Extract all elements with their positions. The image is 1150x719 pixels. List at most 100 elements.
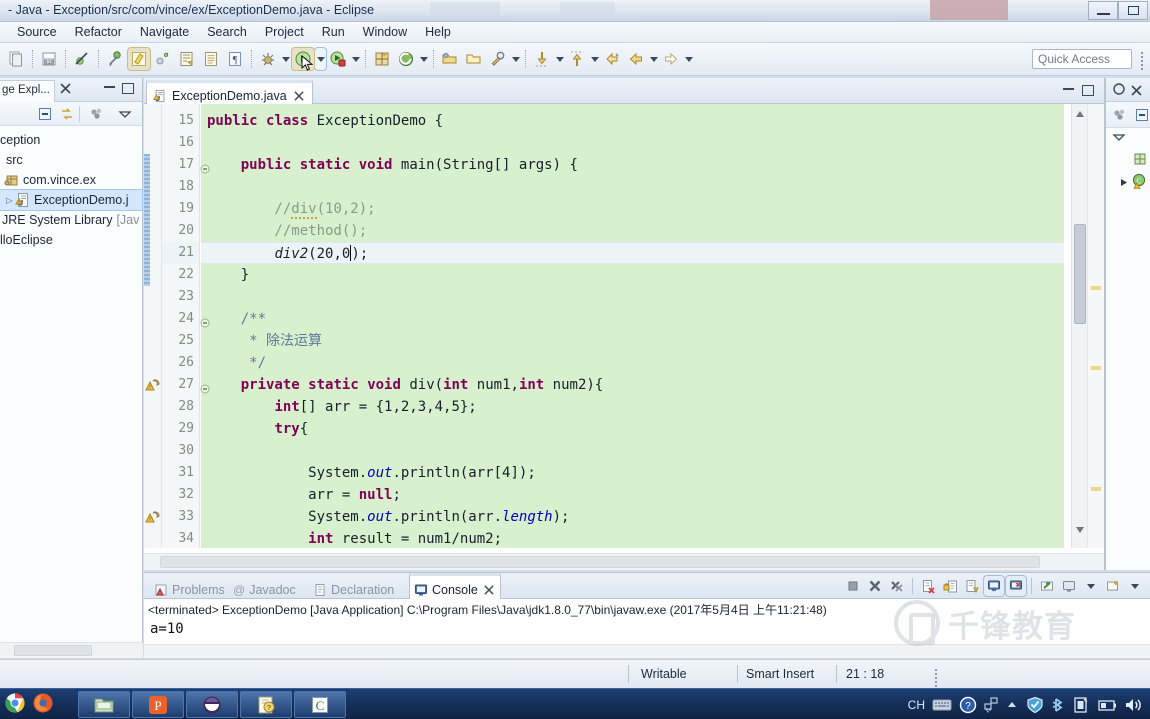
editor-marker-gutter[interactable]: !! [144,104,162,548]
open-type-icon[interactable] [463,48,485,70]
paragraph-icon[interactable]: ¶ [224,48,246,70]
debug-icon[interactable] [257,48,279,70]
search-dropdown-arrow-icon[interactable] [510,48,521,70]
taskbar-app-c[interactable]: C [294,691,346,718]
remove-launch-icon[interactable] [865,576,885,596]
debug-dropdown-arrow-icon[interactable] [280,48,291,70]
editor-hscroll-thumb[interactable] [160,556,1040,568]
code-line[interactable]: //method(); [201,220,1064,242]
fold-collapse-icon[interactable] [200,161,210,174]
close-icon[interactable] [294,90,304,101]
tree-item-package[interactable]: com.vince.ex [0,170,142,190]
tab-package-explorer[interactable]: ge Expl... [0,80,55,102]
close-icon[interactable] [484,584,494,595]
minimize-editor-icon[interactable] [1063,87,1074,90]
outline-item-package[interactable] [1106,150,1150,172]
quick-access-input[interactable]: Quick Access [1032,49,1132,69]
code-line[interactable]: } [201,264,1064,286]
chevron-right-icon[interactable]: ▷ [4,196,15,205]
code-line[interactable]: public class ExceptionDemo { [201,110,1064,132]
pin-console-icon[interactable] [962,576,982,596]
edit-highlight-icon[interactable] [127,47,151,71]
editor-vscroll-thumb[interactable] [1074,224,1086,324]
tree-item-src[interactable]: src [0,150,142,170]
scroll-down-icon[interactable] [1075,522,1085,533]
bluetooth-icon[interactable] [1051,696,1065,714]
open-resource-icon[interactable] [200,48,222,70]
toggle-breakpoint-icon[interactable] [104,48,126,70]
open-task-icon[interactable] [176,48,198,70]
code-line[interactable]: int result = num1/num2; [201,528,1064,548]
tree-item-exceptiondemo[interactable]: ▷ ! ExceptionDemo.j [0,189,143,211]
menu-item-navigate[interactable]: Navigate [131,23,198,41]
tree-item-project[interactable]: ception [0,130,142,150]
forward-dropdown-arrow-icon[interactable] [683,48,694,70]
tab-problems[interactable]: Problems [150,576,231,599]
shield-icon[interactable] [1026,696,1044,714]
run-dropdown-arrow-icon[interactable] [314,47,327,71]
maximize-button[interactable] [1118,1,1148,20]
clear-console-icon[interactable] [918,576,938,596]
new-java-project-icon[interactable] [371,48,393,70]
taskbar-app-help[interactable]: ? [240,691,292,718]
maximize-editor-icon[interactable] [1082,85,1094,96]
editor-code-area[interactable]: public class ExceptionDemo { public stat… [201,104,1064,548]
show-hidden-icons-icon[interactable] [1005,698,1019,712]
editor-hscrollbar[interactable] [144,553,1104,570]
open-console-icon[interactable] [1005,575,1027,597]
run-icon[interactable] [291,47,315,71]
skip-breakpoints-icon[interactable] [71,48,93,70]
search-icon[interactable] [487,48,509,70]
package-explorer-hscrollbar[interactable] [0,642,143,658]
warning-marker-icon[interactable]: ! [145,378,161,392]
tree-item-helloeclipse[interactable]: lloEclipse [0,230,142,250]
code-line[interactable] [201,132,1064,154]
menu-item-source[interactable]: Source [8,23,66,41]
code-line[interactable] [201,440,1064,462]
input-method-indicator[interactable]: CH [908,698,925,712]
toolbar-handle[interactable] [1141,50,1144,70]
volume-icon[interactable] [1124,696,1144,714]
code-line[interactable]: System.out.println(arr[4]); [201,462,1064,484]
taskbar-app-eclipse[interactable] [186,691,238,718]
code-line[interactable] [201,286,1064,308]
code-line[interactable]: * 除法运算 [201,330,1064,352]
tab-console[interactable]: Console [409,573,501,599]
new-console-icon[interactable] [1103,576,1123,596]
next-annotation-dropdown-arrow-icon[interactable] [554,48,565,70]
taskbar-app-powerpoint[interactable]: P [132,691,184,718]
minimize-view-icon[interactable] [104,85,115,88]
forward-icon[interactable] [660,48,682,70]
previous-annotation-dropdown-arrow-icon[interactable] [589,48,600,70]
code-line[interactable]: private static void div(int num1,int num… [201,374,1064,396]
tab-javadoc[interactable]: @ Javadoc [229,576,302,599]
new-package-icon[interactable] [395,48,417,70]
view-menu-icon[interactable] [1112,130,1126,149]
link-with-editor-icon[interactable] [58,105,76,123]
chevron-down-icon[interactable] [1120,174,1129,192]
chevron-down-icon[interactable] [1081,576,1101,596]
new-annotation-icon[interactable] [152,48,174,70]
menu-item-window[interactable]: Window [354,23,416,41]
back-dropdown-arrow-icon[interactable] [648,48,659,70]
terminate-icon[interactable] [843,576,863,596]
editor-overview-ruler[interactable] [1087,104,1104,548]
menu-item-search[interactable]: Search [198,23,256,41]
code-line[interactable]: arr = null; [201,484,1064,506]
external-tools-dropdown-arrow-icon[interactable] [350,48,361,70]
code-line[interactable]: try{ [201,418,1064,440]
back-icon[interactable] [625,48,647,70]
focus-icon[interactable] [88,105,106,123]
menu-item-project[interactable]: Project [256,23,313,41]
new-console-view-icon[interactable] [1037,576,1057,596]
outline-item-class[interactable]: C [1106,172,1150,194]
keyboard-icon[interactable] [932,698,952,712]
menu-item-refactor[interactable]: Refactor [66,23,131,41]
menu-item-run[interactable]: Run [313,23,354,41]
safe-remove-icon[interactable] [1072,696,1090,714]
taskbar-app-file-explorer[interactable] [78,691,130,718]
tab-declaration[interactable]: Declaration [309,576,400,599]
code-line[interactable]: //div(10,2); [201,198,1064,220]
tab-exceptiondemo-java[interactable]: ExceptionDemo.java [146,80,313,104]
last-edit-location-icon[interactable] [601,48,623,70]
